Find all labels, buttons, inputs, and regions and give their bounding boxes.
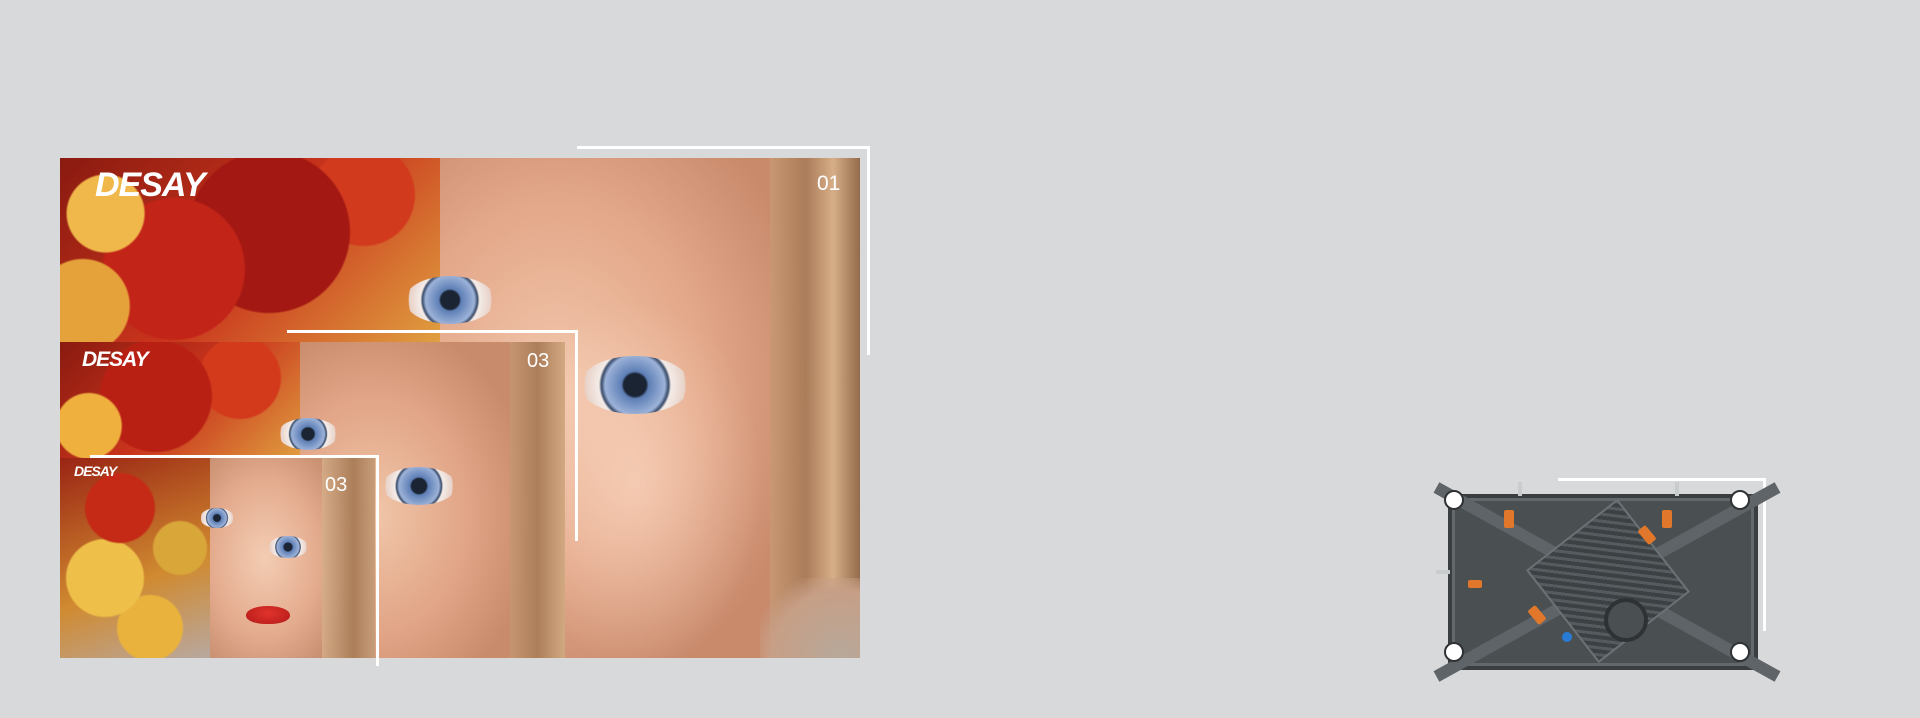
corner-lock-icon [1444, 642, 1464, 662]
frame-bracket-small [90, 455, 379, 666]
cabinet-pin [1675, 482, 1679, 496]
brand-logo: DESAY [95, 166, 206, 204]
led-cabinet-image [1433, 482, 1781, 682]
brand-logo: DESAY [82, 348, 149, 371]
ear-shoulder-image [760, 578, 860, 658]
cabinet-pin [1436, 570, 1450, 574]
corner-lock-icon [1444, 490, 1464, 510]
orange-clip-icon [1468, 580, 1482, 588]
orange-clip-icon [1662, 510, 1672, 528]
eye-left-image [405, 276, 495, 324]
corner-lock-icon [1730, 490, 1750, 510]
cabinet-knob [1604, 598, 1648, 642]
orange-clip-icon [1504, 510, 1514, 528]
blue-connector-icon [1562, 632, 1572, 642]
frame-bracket-large [577, 146, 870, 355]
eye-right-image [580, 356, 690, 414]
cabinet-pin [1518, 482, 1522, 496]
corner-lock-icon [1730, 642, 1750, 662]
